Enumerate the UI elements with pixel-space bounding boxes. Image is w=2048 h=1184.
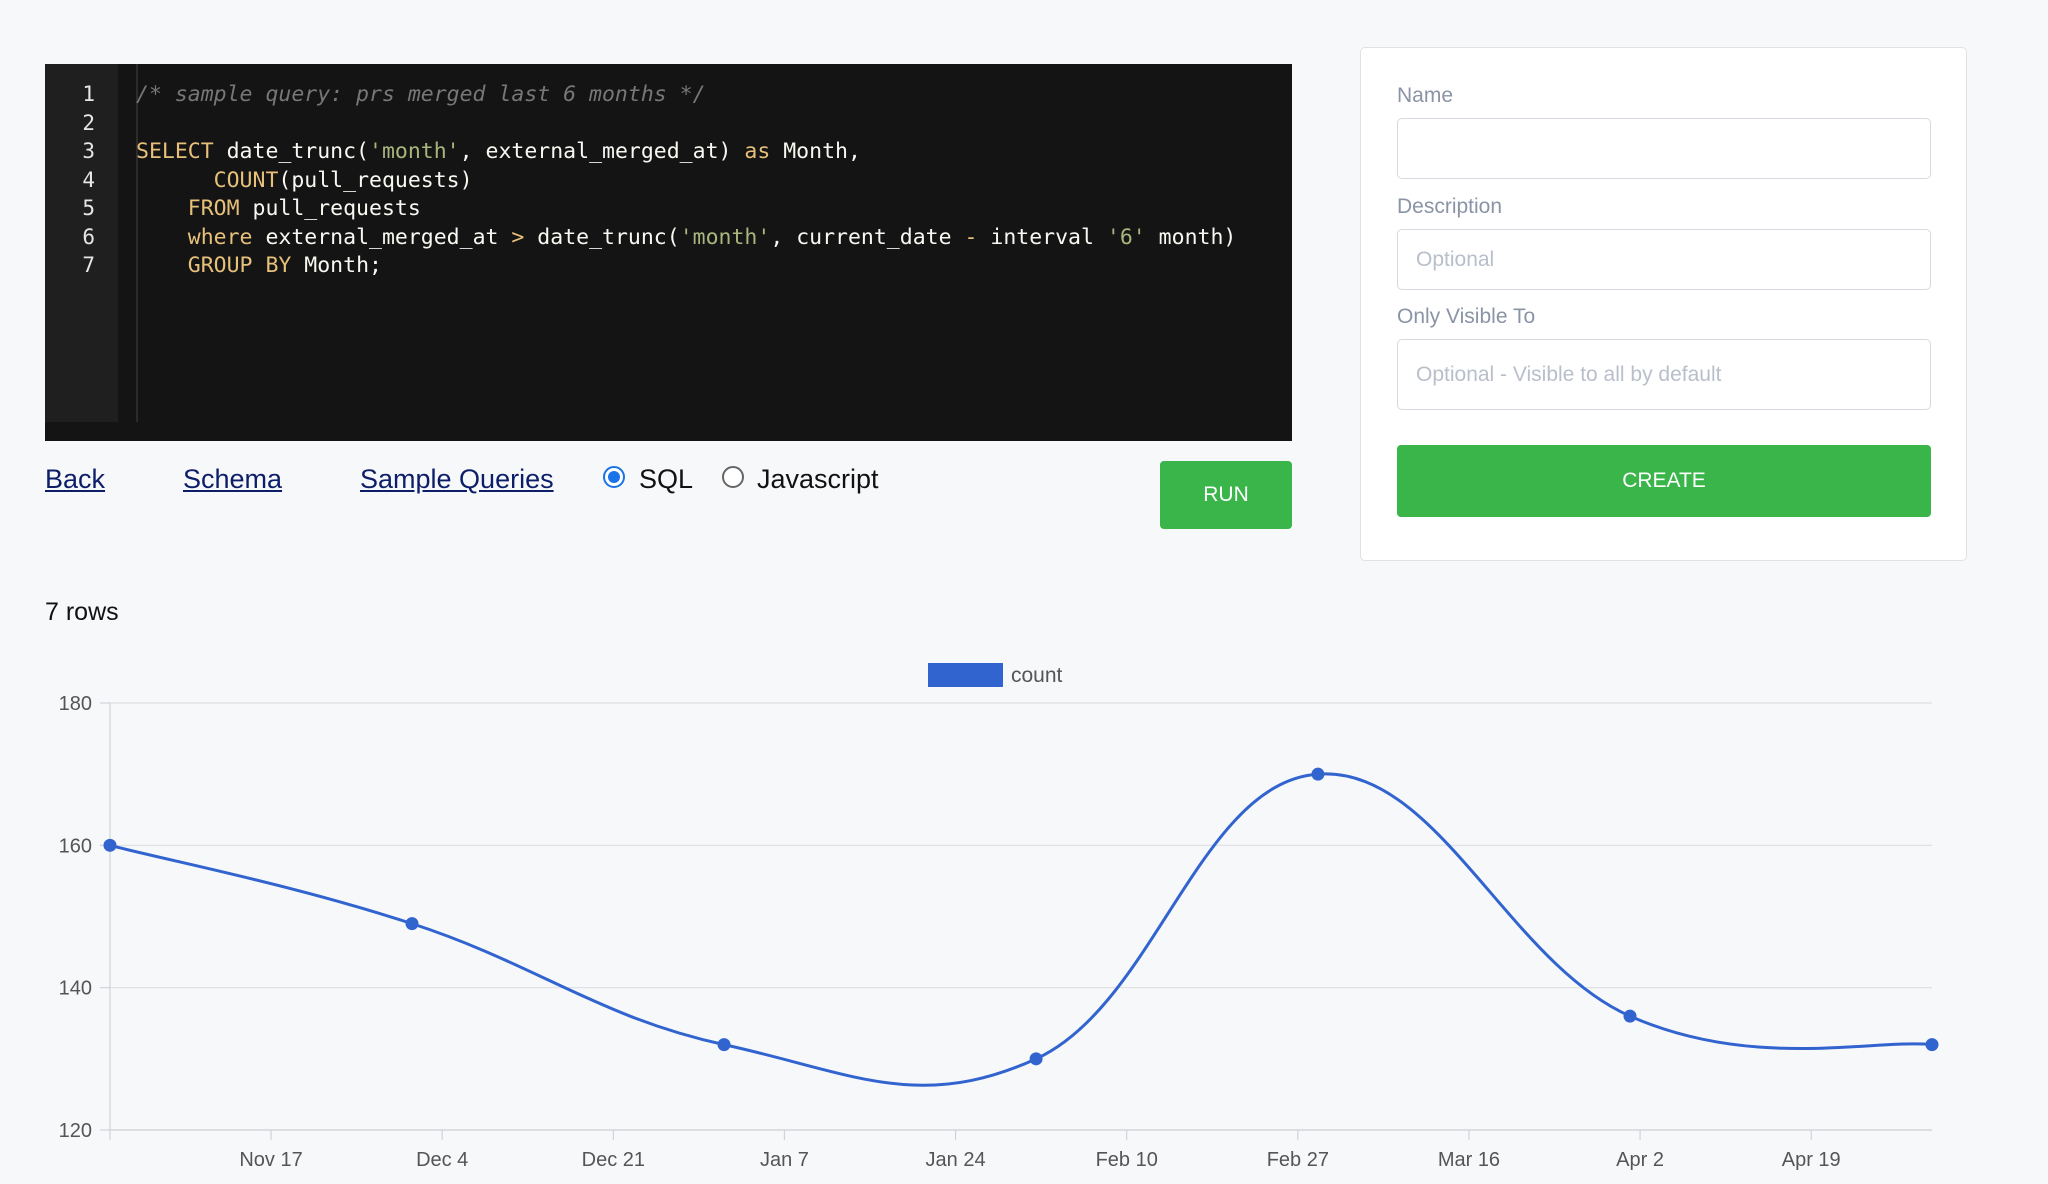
javascript-radio[interactable] bbox=[722, 466, 744, 488]
x-tick-label: Dec 4 bbox=[416, 1149, 468, 1171]
code-token: , external_merged_at) bbox=[459, 139, 745, 164]
series-line-count bbox=[109, 772, 1933, 1087]
x-tick-label: Mar 16 bbox=[1438, 1149, 1500, 1171]
data-point[interactable] bbox=[1623, 1009, 1637, 1023]
data-point[interactable] bbox=[1029, 1052, 1043, 1066]
x-tick-label: Apr 2 bbox=[1616, 1149, 1664, 1171]
row-count: 7 rows bbox=[45, 598, 119, 626]
code-token: GROUP BY bbox=[187, 253, 292, 278]
x-tick-label: Feb 10 bbox=[1096, 1149, 1158, 1171]
code-token: Month, bbox=[770, 139, 861, 164]
x-tick-label: Jan 24 bbox=[926, 1149, 986, 1171]
legend-swatch[interactable] bbox=[928, 663, 1003, 687]
data-point[interactable] bbox=[1925, 1038, 1939, 1052]
y-tick-label: 180 bbox=[59, 693, 92, 715]
code-line[interactable]: /* sample query: prs merged last 6 month… bbox=[136, 82, 706, 107]
code-token: where bbox=[187, 224, 253, 250]
name-input[interactable] bbox=[1397, 118, 1931, 179]
code-token: - bbox=[964, 224, 978, 250]
description-label: Description bbox=[1397, 195, 1503, 218]
x-tick-label: Nov 17 bbox=[239, 1149, 302, 1171]
y-tick-label: 140 bbox=[59, 978, 92, 1000]
code-token: , current_date bbox=[770, 224, 965, 250]
code-line[interactable]: FROM pull_requests bbox=[136, 196, 421, 221]
run-button[interactable]: RUN bbox=[1160, 461, 1292, 529]
back-link[interactable]: Back bbox=[45, 464, 105, 495]
sample-queries-link[interactable]: Sample Queries bbox=[360, 464, 554, 495]
code-token: Month; bbox=[291, 253, 382, 278]
line-number: 5 bbox=[82, 196, 95, 220]
code-token: '6' bbox=[1106, 224, 1146, 250]
results-line-chart: 120 140 160 180 Nov 17 Dec 4 Dec 21 Jan 7 Jan 24… bbox=[59, 663, 1939, 1171]
legend-label[interactable]: count bbox=[1011, 664, 1063, 687]
schema-link[interactable]: Schema bbox=[183, 464, 282, 495]
code-token: SELECT bbox=[136, 139, 214, 164]
x-tick-label: Apr 19 bbox=[1782, 1149, 1841, 1171]
visible-to-label: Only Visible To bbox=[1397, 305, 1536, 328]
code-token: (pull_requests) bbox=[278, 167, 473, 193]
data-point[interactable] bbox=[1311, 767, 1325, 781]
create-button[interactable]: CREATE bbox=[1397, 445, 1931, 517]
code-token: pull_requests bbox=[239, 196, 421, 221]
x-tick-label: Jan 7 bbox=[760, 1149, 809, 1171]
description-input[interactable] bbox=[1397, 229, 1931, 290]
data-point[interactable] bbox=[103, 838, 117, 852]
line-number: 2 bbox=[82, 110, 95, 135]
code-token: date_trunc( bbox=[524, 224, 680, 250]
code-token: > bbox=[511, 224, 525, 250]
code-editor[interactable]: 1 2 3 4 5 6 7 /* sample query: prs merged last… bbox=[45, 64, 1292, 441]
visible-to-input[interactable] bbox=[1397, 339, 1931, 410]
code-line[interactable]: SELECT date_trunc('month', external_merg… bbox=[136, 139, 861, 164]
data-point[interactable] bbox=[405, 917, 419, 931]
code-line[interactable]: GROUP BY Month; bbox=[136, 253, 382, 278]
x-tick-label: Feb 27 bbox=[1267, 1149, 1329, 1171]
sql-radio[interactable] bbox=[603, 466, 625, 488]
save-query-panel: Name Description Only Visible To CREATE bbox=[1360, 47, 1967, 561]
javascript-radio-label: Javascript bbox=[757, 464, 879, 494]
line-number: 6 bbox=[82, 224, 95, 249]
x-tick-label: Dec 21 bbox=[582, 1149, 645, 1171]
code-token: interval bbox=[977, 224, 1107, 250]
code-token: 'month' bbox=[369, 139, 460, 164]
code-token: 'month' bbox=[679, 224, 771, 250]
line-number: 4 bbox=[82, 167, 95, 192]
code-line[interactable]: where external_merged_at > date_trunc('m… bbox=[136, 224, 1237, 250]
code-token: COUNT bbox=[213, 167, 279, 193]
code-token: as bbox=[744, 139, 771, 164]
code-token: month) bbox=[1145, 224, 1237, 250]
name-label: Name bbox=[1397, 84, 1454, 107]
code-line[interactable]: COUNT(pull_requests) bbox=[136, 168, 473, 193]
sql-radio-label: SQL bbox=[639, 464, 694, 494]
code-token: /* sample query: prs merged last 6 month… bbox=[136, 82, 706, 107]
y-tick-label: 160 bbox=[59, 835, 92, 857]
code-token: external_merged_at bbox=[252, 224, 512, 250]
line-number: 7 bbox=[82, 253, 95, 277]
data-point[interactable] bbox=[717, 1038, 731, 1052]
y-tick-label: 120 bbox=[59, 1120, 92, 1142]
code-token: date_trunc( bbox=[213, 139, 370, 164]
line-number: 1 bbox=[82, 82, 95, 106]
code-token: FROM bbox=[187, 196, 240, 221]
line-number: 3 bbox=[82, 139, 95, 163]
